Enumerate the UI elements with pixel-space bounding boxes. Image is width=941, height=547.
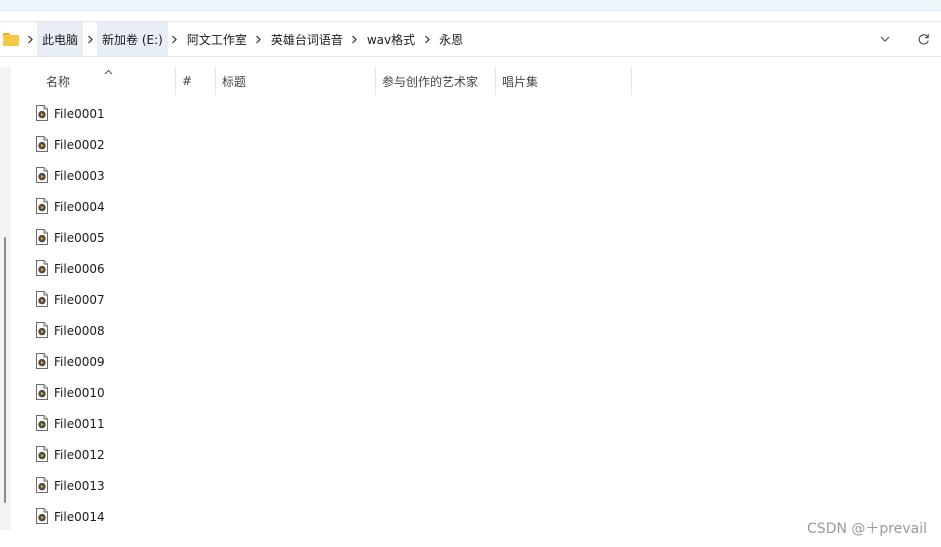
address-bar[interactable]: 此电脑 新加卷 (E:) 阿文工作室 英雄台词语音 wav格式 永恩 [0,21,941,57]
audio-file-icon [36,384,48,400]
list-item[interactable]: File0011 [12,408,632,439]
audio-file-icon [36,353,48,369]
breadcrumb-item-drive-e[interactable]: 新加卷 (E:) [97,22,168,56]
chevron-right-icon[interactable] [23,22,37,56]
audio-file-icon [36,477,48,493]
file-name: File0005 [54,230,105,245]
file-name: File0008 [54,323,105,338]
breadcrumb-item-wav-format[interactable]: wav格式 [362,22,420,56]
file-name: File0001 [54,106,105,121]
refresh-icon [918,33,929,44]
file-name: File0006 [54,261,105,276]
file-name: File0007 [54,292,105,307]
list-item[interactable]: File0003 [12,160,632,191]
list-item[interactable]: File0009 [12,346,632,377]
window-top-strip [0,0,941,11]
refresh-button[interactable] [909,25,937,53]
list-item[interactable]: File0006 [12,253,632,284]
file-name: File0003 [54,168,105,183]
breadcrumb-item-current[interactable]: 永恩 [434,22,468,56]
audio-file-icon [36,446,48,462]
column-divider[interactable] [215,67,216,95]
column-title[interactable]: 标题 [222,67,246,95]
list-item[interactable]: File0010 [12,377,632,408]
list-item[interactable]: File0002 [12,129,632,160]
column-artist[interactable]: 参与创作的艺术家 [382,67,478,95]
audio-file-icon [36,167,48,183]
breadcrumb-item-hero-voice[interactable]: 英雄台词语音 [266,22,348,56]
chevron-right-icon[interactable] [252,22,266,56]
chevron-right-icon[interactable] [83,22,97,56]
list-item[interactable]: File0008 [12,315,632,346]
column-name[interactable]: 名称 [46,67,70,95]
audio-file-icon [36,105,48,121]
folder-icon [3,32,19,46]
list-item[interactable]: File0013 [12,470,632,501]
column-divider[interactable] [495,67,496,95]
audio-file-icon [36,415,48,431]
audio-file-icon [36,291,48,307]
audio-file-icon [36,198,48,214]
file-name: File0002 [54,137,105,152]
address-dropdown-button[interactable] [871,25,899,53]
audio-file-icon [36,322,48,338]
column-divider[interactable] [631,67,632,95]
breadcrumb-item-studio[interactable]: 阿文工作室 [182,22,252,56]
breadcrumb: 此电脑 新加卷 (E:) 阿文工作室 英雄台词语音 wav格式 永恩 [37,22,468,56]
file-name: File0004 [54,199,105,214]
column-number[interactable]: # [182,67,192,95]
chevron-right-icon[interactable] [348,22,362,56]
audio-file-icon [36,136,48,152]
list-item[interactable]: File0014 [12,501,632,532]
column-divider[interactable] [375,67,376,95]
watermark: CSDN @＋prevail [807,521,927,537]
column-album[interactable]: 唱片集 [502,67,538,95]
list-item[interactable]: File0005 [12,222,632,253]
file-list: File0001 File0002 File0003 File0004 File0005… [12,98,632,532]
file-name: File0011 [54,416,105,431]
file-name: File0014 [54,509,105,524]
list-item[interactable]: File0004 [12,191,632,222]
audio-file-icon [36,260,48,276]
chevron-right-icon[interactable] [168,22,182,56]
list-item[interactable]: File0007 [12,284,632,315]
column-header: 名称 # 标题 参与创作的艺术家 唱片集 [12,67,652,95]
file-name: File0013 [54,478,105,493]
file-name: File0010 [54,385,105,400]
file-name: File0012 [54,447,105,462]
list-item[interactable]: File0012 [12,439,632,470]
chevron-right-icon[interactable] [420,22,434,56]
scrollbar-thumb[interactable] [4,237,6,503]
file-name: File0009 [54,354,105,369]
audio-file-icon [36,508,48,524]
chevron-down-icon [880,36,890,42]
audio-file-icon [36,229,48,245]
column-divider[interactable] [175,67,176,95]
list-item[interactable]: File0001 [12,98,632,129]
sort-ascending-icon [104,64,113,78]
breadcrumb-item-this-pc[interactable]: 此电脑 [37,22,84,56]
